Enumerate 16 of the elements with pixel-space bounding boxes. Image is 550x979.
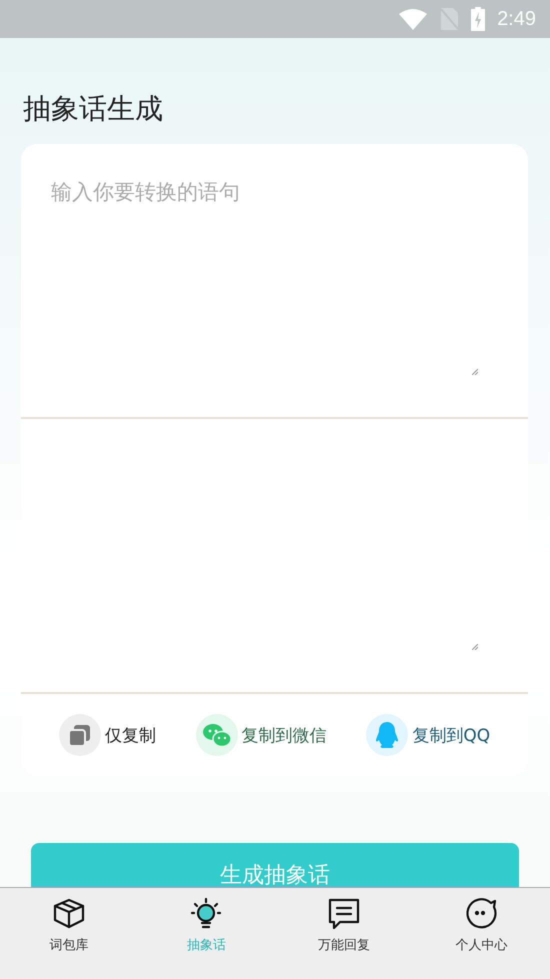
page-title: 抽象话生成 (23, 91, 164, 127)
penguin-icon (366, 714, 408, 756)
copy-icon (58, 714, 101, 756)
clock-time: 2:49 (497, 8, 536, 30)
wifi-icon (399, 8, 428, 30)
resize-handle-icon[interactable] (472, 369, 478, 375)
nav-tab[interactable]: 词包库 (0, 888, 138, 979)
resize-handle-icon[interactable] (472, 644, 478, 650)
share-button[interactable]: 复制到QQ (366, 714, 490, 756)
battery-charging-icon (471, 7, 486, 31)
input-field[interactable]: 输入你要转换的语句 (21, 144, 528, 419)
share-button[interactable]: 仅复制 (58, 714, 156, 756)
chat-bubbles-icon (196, 714, 238, 756)
nav-tab[interactable]: 万能回复 (275, 888, 412, 979)
share-button[interactable]: 复制到微信 (196, 714, 327, 756)
nav-tab[interactable]: 个人中心 (412, 888, 550, 979)
